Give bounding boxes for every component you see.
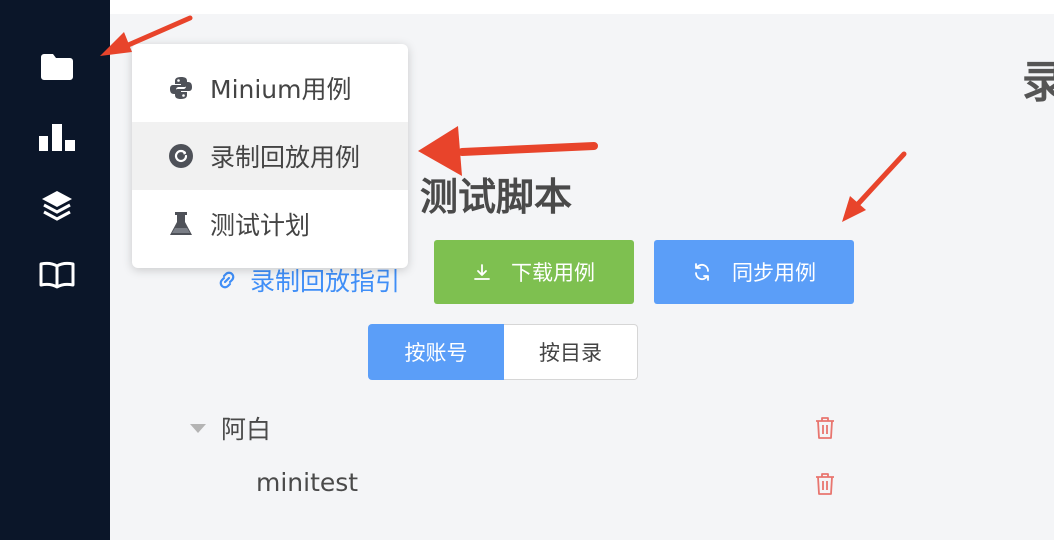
section-title: 测试脚本 — [420, 175, 573, 219]
toggle-by-account[interactable]: 按账号 — [368, 324, 504, 380]
link-icon — [219, 271, 235, 289]
toggle-by-directory[interactable]: 按目录 — [504, 324, 638, 380]
folder-icon[interactable] — [38, 48, 76, 86]
delete-group-icon[interactable] — [814, 416, 836, 444]
book-icon[interactable] — [38, 256, 76, 294]
page-title: 录 — [1022, 57, 1054, 108]
delete-item-icon[interactable] — [814, 472, 836, 500]
layers-icon[interactable] — [38, 186, 76, 224]
view-toggle: 按账号 按目录 — [368, 324, 638, 380]
download-icon — [474, 264, 490, 280]
menu-item-record-replay[interactable]: 录制回放用例 — [132, 122, 408, 190]
tree-item-label: minitest — [256, 468, 359, 497]
menu-item-label: 录制回放用例 — [210, 143, 361, 172]
download-cases-button[interactable]: 下载用例 — [434, 240, 634, 304]
top-bar — [110, 0, 1054, 14]
flask-icon — [170, 212, 192, 235]
menu-item-label: Minium用例 — [210, 75, 352, 104]
record-replay-icon — [169, 144, 193, 168]
sync-cases-label: 同步用例 — [732, 261, 816, 285]
bar-chart-icon[interactable] — [38, 118, 76, 156]
download-cases-label: 下载用例 — [511, 261, 595, 285]
refresh-icon — [695, 263, 709, 281]
sidebar — [0, 0, 110, 540]
case-type-dropdown: Minium用例 录制回放用例 测试计划 — [132, 44, 408, 268]
menu-item-label: 测试计划 — [210, 211, 311, 240]
menu-item-minium[interactable]: Minium用例 — [132, 54, 408, 122]
tree-group-label: 阿白 — [221, 415, 272, 444]
menu-item-test-plan[interactable]: 测试计划 — [132, 190, 408, 258]
sync-cases-button[interactable]: 同步用例 — [654, 240, 854, 304]
tree-item-row[interactable]: minitest — [256, 468, 358, 497]
caret-down-icon[interactable] — [190, 423, 206, 433]
python-icon — [170, 77, 192, 99]
tree-group-row[interactable]: 阿白 — [190, 410, 271, 446]
